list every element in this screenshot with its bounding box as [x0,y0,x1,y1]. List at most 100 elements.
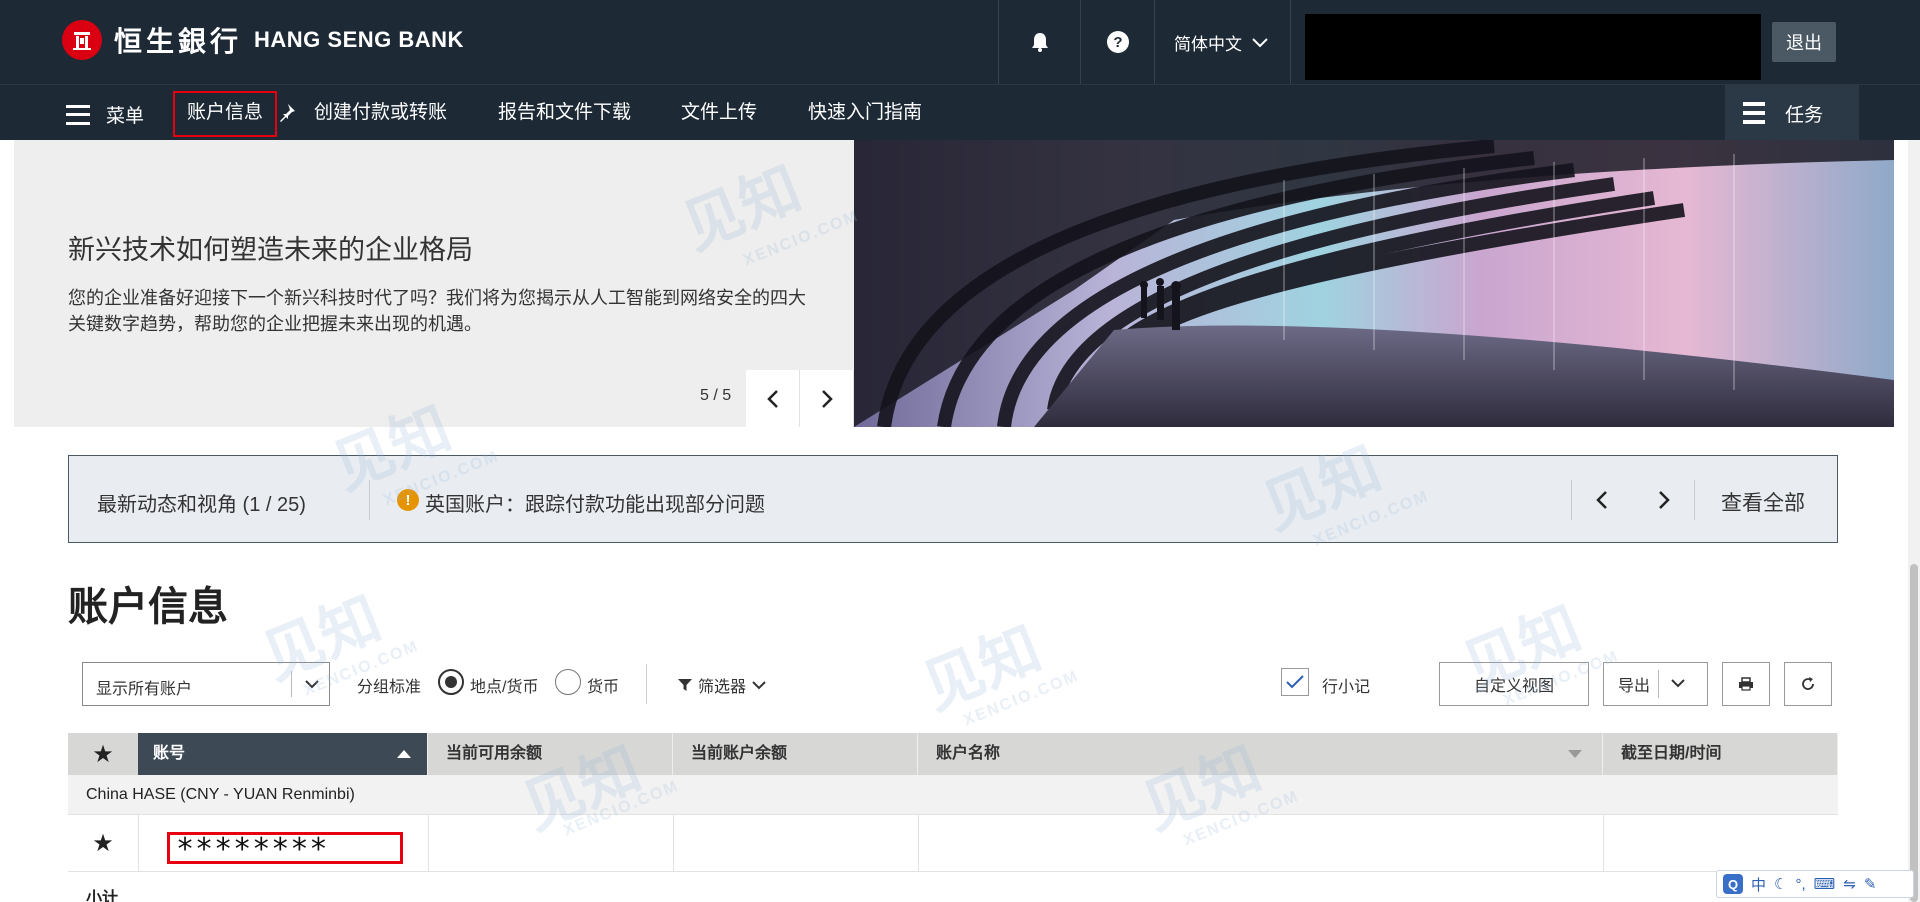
hamburger-icon [66,104,90,125]
banner-next-button[interactable] [800,370,854,427]
export-divider [1658,670,1659,698]
svg-text:?: ? [1113,34,1122,51]
watermark-en: XENCIO.COM [961,667,1082,730]
radio-currency-label[interactable]: 货币 [587,673,619,697]
nav-item-reports-download[interactable]: 报告和文件下载 [498,85,631,141]
printer-icon [1739,677,1753,691]
brand-name-en: HANG SENG BANK [254,27,464,52]
topbar-divider [1080,0,1081,84]
pin-icon[interactable] [278,103,296,123]
main-nav: 菜单 账户信息 创建付款或转账 报告和文件下载 文件上传 快速入门指南 任务 [0,84,1920,141]
slide-counter: 5 / 5 [700,387,732,404]
page-scrollbar[interactable] [1908,140,1920,902]
menu-label: 菜单 [106,106,145,127]
nav-item-create-payment[interactable]: 创建付款或转账 [314,85,447,141]
favorite-column-star-icon[interactable]: ★ [68,733,138,775]
bell-icon[interactable] [1024,26,1056,58]
hang-seng-logo-icon [62,20,102,60]
promo-banner: 新兴技术如何塑造未来的企业格局 您的企业准备好迎接下一个新兴科技时代了吗？我们将… [14,140,1894,427]
nav-item-quick-start[interactable]: 快速入门指南 [808,85,922,141]
ime-logo-icon: Q [1723,874,1743,894]
table-row[interactable]: ★ ******** [68,815,1838,872]
warning-icon: ! [397,489,419,511]
punctuation-icon[interactable]: °, [1795,876,1805,893]
radio-currency[interactable] [555,669,581,695]
toolbar-divider [646,664,647,704]
cell-divider [673,815,674,872]
ime-toolbar[interactable]: Q 中 ☾ °, ⌨ ⇋ ✎ [1716,870,1914,898]
topbar-divider [998,0,999,84]
checkmark-icon [1286,675,1304,689]
page-title: 账户信息 [68,585,228,629]
width-toggle-icon[interactable]: ⇋ [1843,875,1856,893]
chevron-right-icon [821,389,833,408]
nav-item-account-info[interactable]: 账户信息 [187,85,263,141]
account-filter-value: 显示所有账户 [96,681,193,698]
custom-view-button[interactable]: 自定义视图 [1439,662,1589,706]
favorite-star-icon[interactable]: ★ [68,815,138,872]
column-header-ledger-balance[interactable]: 当前账户余额 [673,733,918,775]
banner-prev-button[interactable] [746,370,800,427]
table-group-row: China HASE (CNY - YUAN Renminbi) [68,775,1838,815]
news-divider [1571,480,1572,520]
column-header-available-balance[interactable]: 当前可用余额 [428,733,673,775]
column-header-as-of-datetime[interactable]: 截至日期/时间 [1603,733,1838,775]
news-message-link[interactable]: 英国账户：跟踪付款功能出现部分问题 [425,488,765,517]
news-ticker: 最新动态和视角 (1 / 25) ! 英国账户：跟踪付款功能出现部分问题 查看全… [68,455,1838,543]
tasks-label: 任务 [1785,104,1824,126]
nav-item-file-upload[interactable]: 文件上传 [681,85,757,141]
news-prev-button[interactable] [1588,486,1616,514]
wrench-icon[interactable]: ✎ [1864,875,1877,893]
news-counter: 最新动态和视角 (1 / 25) [97,494,306,516]
subtotal-checkbox[interactable] [1281,668,1309,696]
top-bar: 恒生銀行 HANG SENG BANK ? 简体中文 退出 [0,0,1920,84]
menu-button[interactable]: 菜单 [66,101,144,128]
brand-name-cn: 恒生銀行 [114,25,243,58]
dropdown-divider [291,671,292,697]
banner-title: 新兴技术如何塑造未来的企业格局 [68,235,473,265]
app-root: 恒生銀行 HANG SENG BANK ? 简体中文 退出 菜单 账户信息 创建… [0,0,1920,902]
column-header-account-name[interactable]: 账户名称 [918,733,1603,775]
chevron-down-icon[interactable] [1667,672,1689,694]
subtotal-checkbox-label[interactable]: 行小记 [1322,673,1370,697]
keyboard-icon[interactable]: ⌨ [1814,875,1836,893]
view-all-link[interactable]: 查看全部 [1721,487,1805,517]
export-label: 导出 [1618,678,1651,695]
question-circle-icon[interactable]: ? [1102,26,1134,58]
radio-location-currency-label[interactable]: 地点/货币 [470,673,538,697]
print-button[interactable] [1722,662,1770,706]
tasks-button[interactable]: 任务 [1725,85,1859,141]
logout-button[interactable]: 退出 [1772,22,1836,62]
column-label: 账户名称 [936,745,1001,762]
chevron-down-icon [301,673,323,695]
account-filter-dropdown[interactable]: 显示所有账户 [82,662,330,706]
scrollbar-thumb[interactable] [1910,564,1918,902]
moon-icon[interactable]: ☾ [1774,875,1787,893]
column-header-account[interactable]: 账号 [138,733,428,775]
group-by-label: 分组标准 [357,679,422,696]
subtotal-label: 小计 [86,890,119,902]
topbar-divider [1290,0,1291,84]
radio-location-currency[interactable] [438,669,464,695]
masked-account-number[interactable]: ******** [167,832,403,865]
cell-divider [918,815,919,872]
sort-ascending-icon [397,750,411,758]
group-label: China HASE (CNY - YUAN Renminbi) [86,786,355,803]
filter-button[interactable]: 筛选器 [678,673,766,697]
ime-language[interactable]: 中 [1751,874,1766,895]
column-dropdown-icon [1568,750,1582,758]
news-next-button[interactable] [1650,486,1678,514]
column-label: 账号 [153,745,186,762]
cell-divider [1603,815,1604,872]
bank-logo[interactable]: 恒生銀行 HANG SENG BANK [62,20,464,60]
chevron-right-icon [1659,491,1670,509]
refresh-button[interactable] [1784,662,1832,706]
export-button[interactable]: 导出 [1603,662,1708,706]
news-divider [369,480,370,520]
table-header: ★ 账号 当前可用余额 当前账户余额 账户名称 截至日期/时间 [68,733,1838,775]
refresh-icon [1802,677,1814,690]
language-selector[interactable]: 简体中文 [1174,30,1268,55]
funnel-icon [678,679,692,691]
cell-divider [138,815,139,872]
tasks-list-icon [1743,102,1765,124]
